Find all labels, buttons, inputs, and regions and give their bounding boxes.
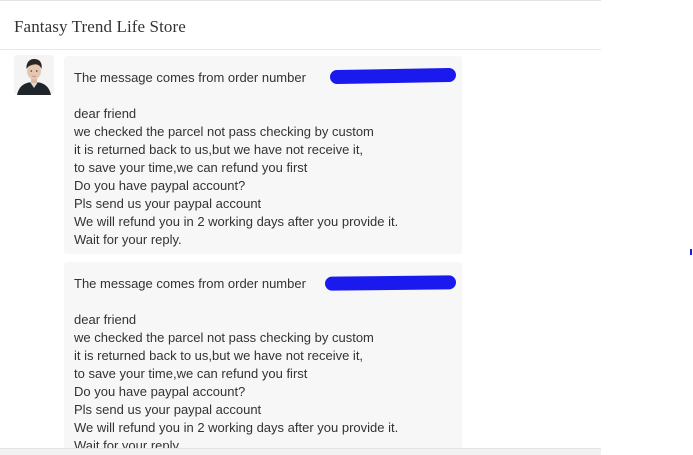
message-line: We will refund you in 2 working days aft… [74, 420, 399, 435]
message-line: we checked the parcel not pass checking … [74, 330, 374, 345]
message-line: Do you have paypal account? [74, 178, 246, 193]
message-input-bar[interactable] [0, 448, 601, 455]
message-line: we checked the parcel not pass checking … [74, 124, 374, 139]
message-line: to save your time,we can refund you firs… [74, 160, 308, 175]
message-line: Pls send us your paypal account [74, 196, 262, 211]
message-line: Do you have paypal account? [74, 384, 246, 399]
order-number-line: The message comes from order number [74, 67, 457, 87]
order-prefix: The message comes from order number [74, 70, 306, 85]
message-bubble: The message comes from order number dear… [64, 56, 462, 254]
greeting: dear friend [74, 312, 137, 327]
message-line: We will refund you in 2 working days aft… [74, 214, 399, 229]
chat-panel: Fantasy Trend Life Store The message com… [0, 0, 601, 455]
message-list[interactable]: The message comes from order number dear… [0, 51, 601, 448]
message-line: Wait for your reply. [74, 232, 182, 247]
message-line: it is returned back to us,but we have no… [74, 142, 364, 157]
redaction-mark [324, 275, 457, 291]
chat-header: Fantasy Trend Life Store [0, 1, 601, 50]
order-prefix: The message comes from order number [74, 276, 306, 291]
side-redaction-mark [690, 249, 692, 255]
message-line: Wait for your reply. [74, 438, 182, 448]
store-name[interactable]: Fantasy Trend Life Store [14, 17, 186, 37]
redaction-mark [329, 67, 457, 85]
greeting: dear friend [74, 106, 137, 121]
message-line: to save your time,we can refund you firs… [74, 366, 308, 381]
message-bubble: The message comes from order number dear… [64, 262, 462, 448]
message-line: Pls send us your paypal account [74, 402, 262, 417]
order-number-line: The message comes from order number [74, 275, 457, 293]
message-line: it is returned back to us,but we have no… [74, 348, 364, 363]
